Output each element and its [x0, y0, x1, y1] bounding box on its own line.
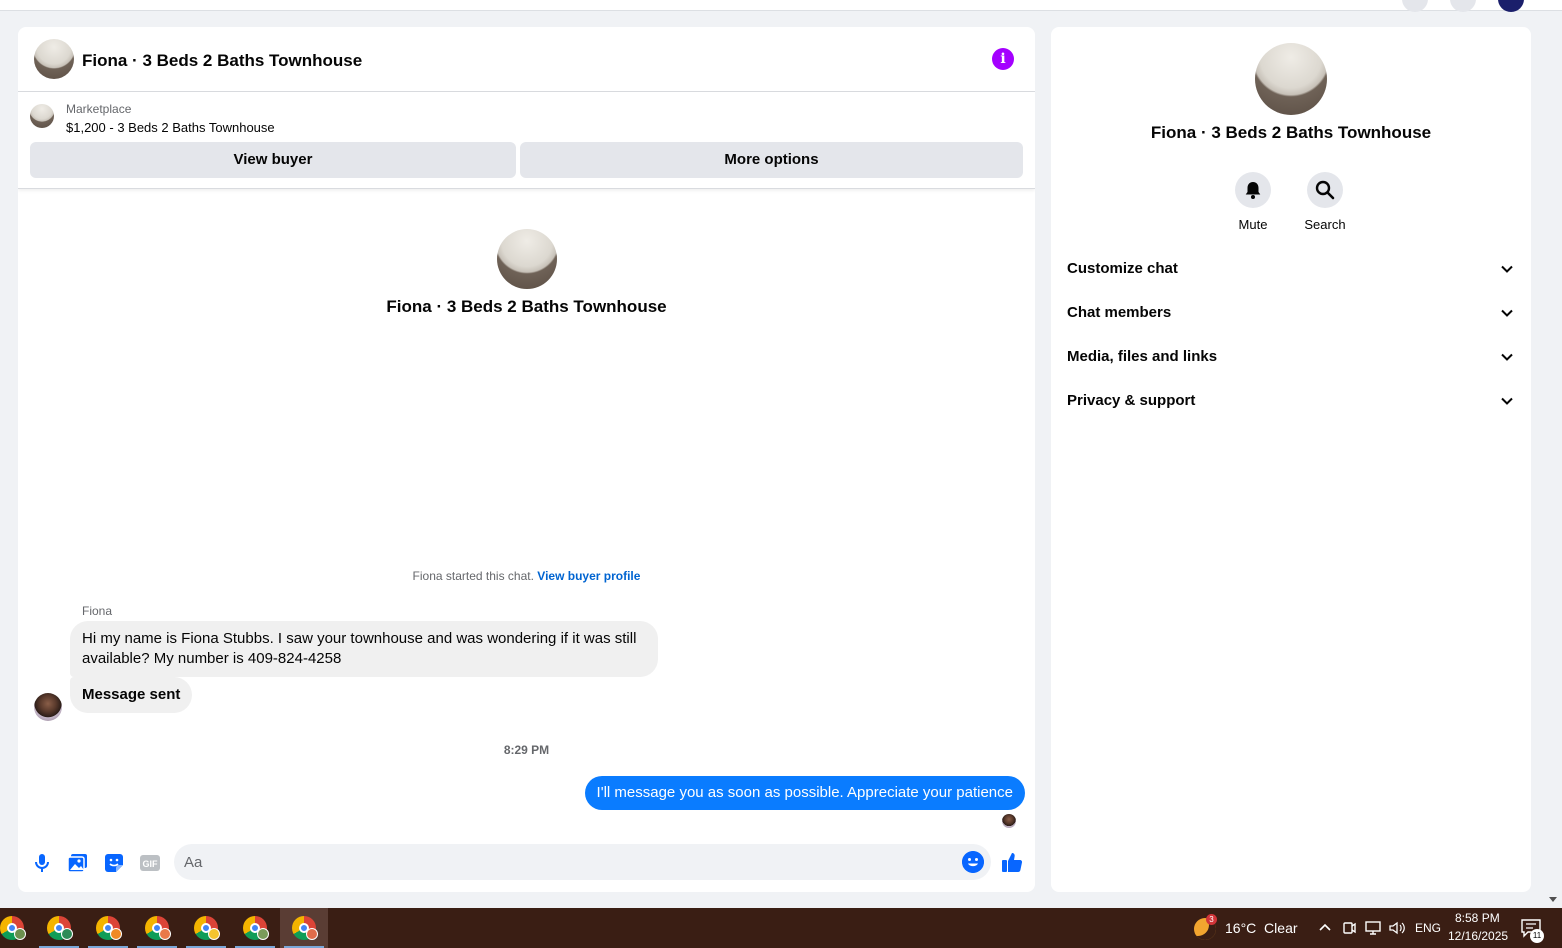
- chat-panel: Fiona · 3 Beds 2 Baths Townhouse i Marke…: [18, 27, 1035, 892]
- volume-icon[interactable]: [1388, 920, 1406, 936]
- mute-label: Mute: [1238, 217, 1268, 232]
- message-timestamp: 8:29 PM: [503, 743, 550, 757]
- outgoing-message[interactable]: I'll message you as soon as possible. Ap…: [584, 776, 1025, 810]
- message-input-wrapper: [174, 844, 991, 880]
- section-label: Media, files and links: [1067, 348, 1218, 365]
- section-label: Privacy & support: [1067, 392, 1196, 409]
- taskbar-chrome-app[interactable]: [182, 908, 230, 948]
- chevron-down-icon: [1501, 397, 1513, 405]
- chat-info-panel: Fiona · 3 Beds 2 Baths Townhouse Mute Se…: [1051, 27, 1531, 892]
- mute-button[interactable]: [1235, 172, 1271, 208]
- view-buyer-profile-link[interactable]: View buyer profile: [537, 569, 640, 583]
- clock-time[interactable]: 8:58 PM: [1455, 911, 1500, 925]
- sender-name: Fiona: [82, 604, 113, 618]
- mute-action[interactable]: Mute: [1223, 172, 1283, 232]
- intro-avatar: [497, 229, 557, 289]
- info-avatar[interactable]: [1255, 43, 1327, 115]
- weather-text[interactable]: 16°C Clear: [1225, 920, 1298, 936]
- chat-avatar[interactable]: [34, 39, 74, 79]
- section-label: Customize chat: [1067, 260, 1178, 277]
- search-action[interactable]: Search: [1295, 172, 1355, 232]
- view-buyer-button[interactable]: View buyer: [30, 142, 516, 178]
- weather-badge: 3: [1206, 914, 1217, 925]
- incoming-message[interactable]: Message sent: [70, 677, 193, 713]
- clock-date[interactable]: 12/16/2025: [1448, 929, 1508, 943]
- taskbar-chrome-app[interactable]: [35, 908, 83, 948]
- more-options-button[interactable]: More options: [520, 142, 1023, 178]
- taskbar-chrome-app-active[interactable]: [280, 908, 328, 948]
- profile-badge: [257, 928, 269, 940]
- gif-icon[interactable]: GIF: [138, 851, 162, 875]
- notification-count: 11: [1530, 929, 1544, 943]
- chevron-down-icon: [1501, 309, 1513, 317]
- section-customize-chat[interactable]: Customize chat: [1067, 247, 1515, 291]
- message-input[interactable]: [184, 844, 944, 880]
- svg-text:GIF: GIF: [143, 859, 159, 869]
- info-title: Fiona · 3 Beds 2 Baths Townhouse: [1150, 123, 1432, 142]
- listing-title[interactable]: $1,200 - 3 Beds 2 Baths Townhouse: [66, 120, 275, 135]
- search-button[interactable]: [1307, 172, 1343, 208]
- profile-badge: [14, 928, 26, 940]
- thumbs-up-icon[interactable]: [1000, 850, 1024, 874]
- meet-now-icon[interactable]: [1342, 920, 1356, 936]
- windows-taskbar: 3 16°C Clear ENG 8:58 PM 12/16/2025 11: [0, 908, 1562, 948]
- sticker-icon[interactable]: [102, 851, 126, 875]
- emoji-icon[interactable]: [962, 851, 984, 873]
- microphone-icon[interactable]: [30, 851, 54, 875]
- section-privacy-support[interactable]: Privacy & support: [1067, 379, 1515, 423]
- chat-header: Fiona · 3 Beds 2 Baths Townhouse i: [18, 27, 1035, 92]
- chat-title[interactable]: Fiona · 3 Beds 2 Baths Townhouse: [82, 51, 362, 71]
- bell-icon: [1245, 182, 1261, 199]
- section-label: Chat members: [1067, 304, 1172, 321]
- started-text: Fiona started this chat.: [412, 569, 534, 583]
- profile-avatar[interactable]: [1498, 0, 1524, 12]
- network-icon[interactable]: [1364, 920, 1382, 936]
- taskbar-chrome-app[interactable]: [84, 908, 132, 948]
- listing-thumbnail[interactable]: [30, 104, 54, 128]
- taskbar-chrome-app[interactable]: [0, 908, 36, 948]
- chat-started-notice: Fiona started this chat. View buyer prof…: [18, 569, 1035, 583]
- chevron-down-icon: [1501, 265, 1513, 273]
- top-icon-button[interactable]: [1450, 0, 1476, 12]
- profile-badge: [159, 928, 171, 940]
- profile-badge: [110, 928, 122, 940]
- message-composer: GIF: [18, 835, 1035, 892]
- search-icon: [1315, 180, 1335, 200]
- marketplace-bar: Marketplace $1,200 - 3 Beds 2 Baths Town…: [18, 92, 1035, 189]
- incoming-message[interactable]: Hi my name is Fiona Stubbs. I saw your t…: [70, 621, 658, 677]
- profile-badge: [306, 928, 318, 940]
- chevron-down-icon: [1501, 353, 1513, 361]
- taskbar-chrome-app[interactable]: [231, 908, 279, 948]
- info-icon[interactable]: i: [992, 48, 1014, 70]
- intro-title: Fiona · 3 Beds 2 Baths Townhouse: [386, 297, 667, 316]
- marketplace-label: Marketplace: [66, 102, 132, 116]
- profile-badge: [61, 928, 73, 940]
- seen-indicator-avatar: [1002, 814, 1016, 828]
- browser-top-strip: [0, 0, 1562, 12]
- photo-icon[interactable]: [66, 851, 90, 875]
- taskbar-chrome-app[interactable]: [133, 908, 181, 948]
- sender-avatar[interactable]: [34, 693, 62, 721]
- profile-badge: [208, 928, 220, 940]
- search-label: Search: [1304, 217, 1346, 232]
- language-indicator[interactable]: ENG: [1415, 921, 1441, 935]
- section-chat-members[interactable]: Chat members: [1067, 291, 1515, 335]
- scroll-down-arrow[interactable]: [1547, 893, 1559, 905]
- section-media-files-links[interactable]: Media, files and links: [1067, 335, 1515, 379]
- top-icon-button[interactable]: [1402, 0, 1428, 12]
- chevron-up-icon[interactable]: [1318, 922, 1332, 932]
